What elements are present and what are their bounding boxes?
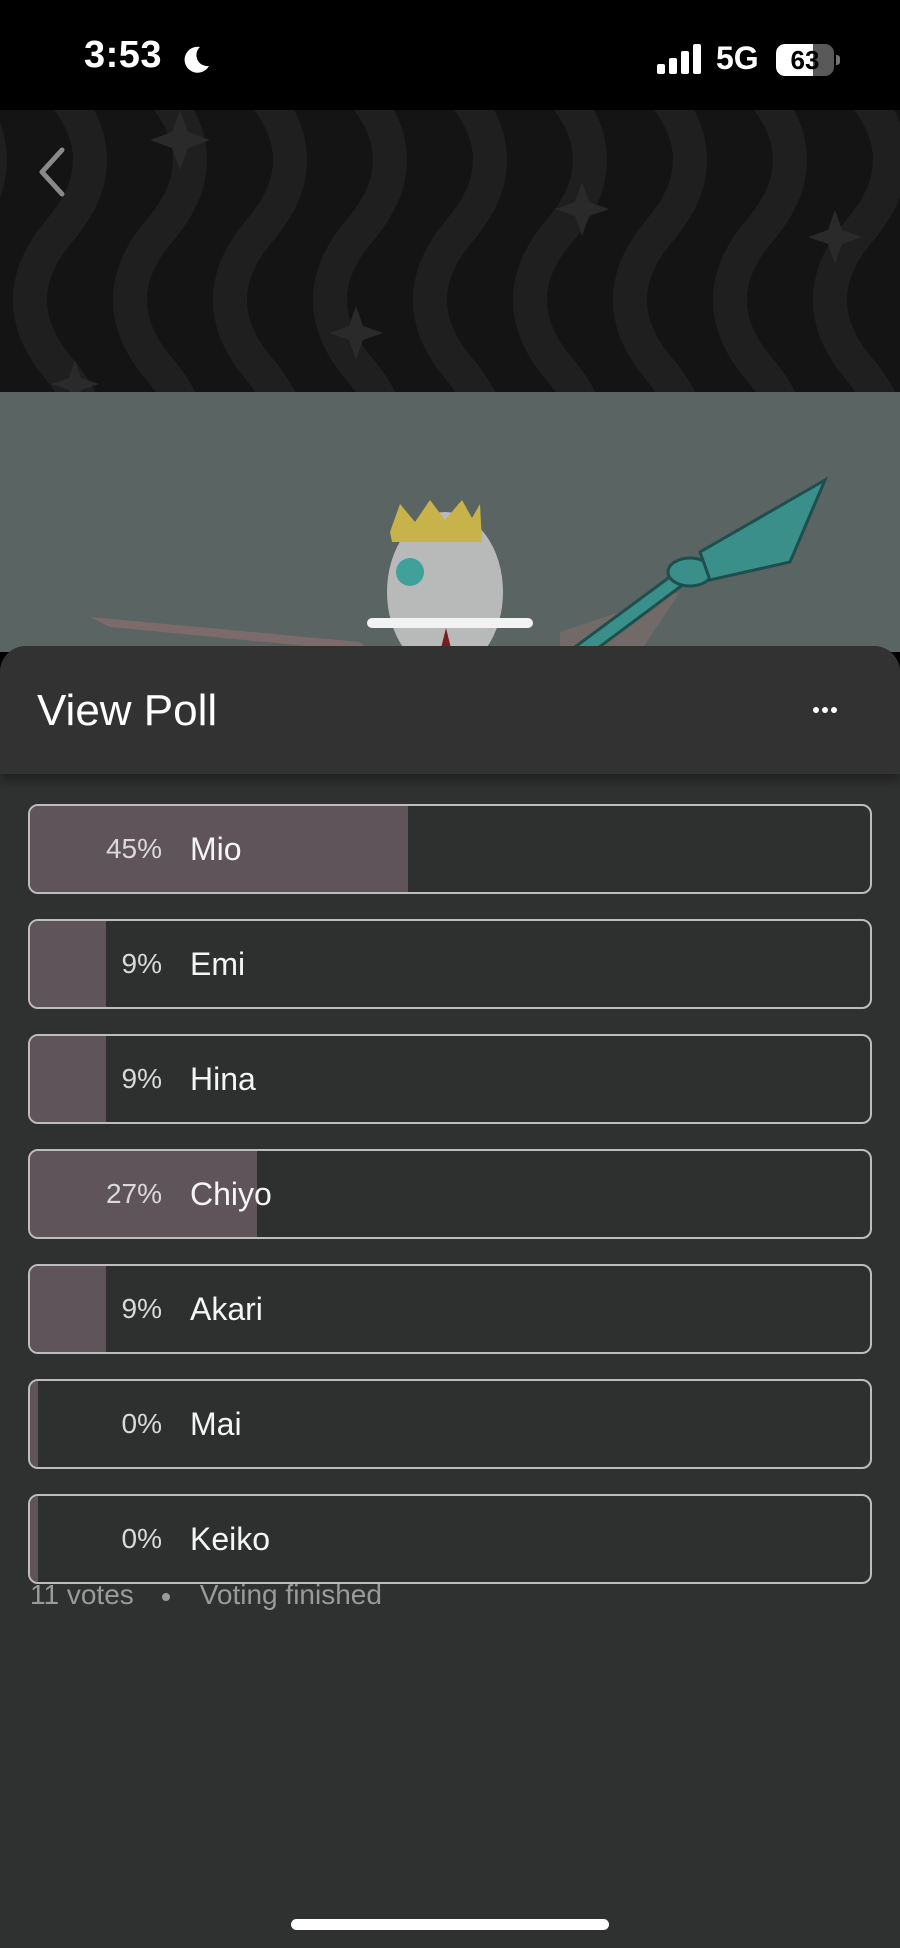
more-options-button[interactable] bbox=[800, 690, 850, 730]
poll-option-percent: 9% bbox=[121, 1063, 162, 1094]
poll-option-label: Mio bbox=[190, 831, 242, 867]
poll-screen: 3:53 5G 63 View Poll 45% Mio 9% Emi 9% H… bbox=[0, 0, 900, 1948]
status-time: 3:53 bbox=[84, 34, 163, 76]
home-indicator[interactable] bbox=[291, 1919, 609, 1930]
artwork-illustration bbox=[90, 476, 829, 652]
poll-option[interactable]: 0% Mai bbox=[28, 1379, 872, 1469]
poll-options: 45% Mio 9% Emi 9% Hina 27% Chiyo 9% Akari 0% Mai 0% K… bbox=[28, 804, 872, 1609]
poll-option-percent: 0% bbox=[121, 1408, 162, 1439]
poll-option-label: Chiyo bbox=[190, 1176, 272, 1212]
header-banner bbox=[0, 110, 900, 392]
post-artwork bbox=[0, 392, 900, 652]
cellular-signal-icon bbox=[657, 44, 701, 74]
poll-option-percent: 45% bbox=[105, 833, 162, 864]
poll-option-label: Keiko bbox=[190, 1521, 271, 1557]
poll-option-percent: 0% bbox=[121, 1523, 162, 1554]
back-button[interactable] bbox=[30, 142, 74, 202]
poll-option-percent: 9% bbox=[121, 948, 162, 979]
separator-dot bbox=[161, 1592, 170, 1601]
poll-option[interactable]: 9% Hina bbox=[28, 1034, 872, 1124]
poll-option-label: Emi bbox=[190, 946, 246, 982]
poll-option[interactable]: 45% Mio bbox=[28, 804, 872, 894]
sheet-drag-handle[interactable] bbox=[367, 618, 533, 628]
more-horizontal-icon bbox=[813, 707, 819, 713]
poll-option[interactable]: 9% Akari bbox=[28, 1264, 872, 1354]
poll-option-label: Akari bbox=[190, 1291, 263, 1327]
poll-option-label: Mai bbox=[190, 1406, 242, 1442]
poll-option-percent: 9% bbox=[121, 1293, 162, 1324]
moon-icon bbox=[184, 46, 209, 73]
battery-level: 63 bbox=[790, 45, 820, 75]
poll-option[interactable]: 0% Keiko bbox=[28, 1494, 872, 1584]
status-bar: 3:53 5G 63 bbox=[0, 0, 900, 110]
poll-status: Voting finished bbox=[199, 1579, 382, 1610]
poll-option[interactable]: 27% Chiyo bbox=[28, 1149, 872, 1239]
battery-indicator: 63 bbox=[776, 44, 840, 76]
sheet-title: View Poll bbox=[37, 686, 218, 735]
banner-pattern bbox=[0, 110, 900, 392]
network-type: 5G bbox=[716, 40, 759, 76]
sheet-header: View Poll bbox=[0, 646, 900, 774]
poll-footer: 11 votes Voting finished bbox=[30, 1579, 382, 1611]
poll-option[interactable]: 9% Emi bbox=[28, 919, 872, 1009]
poll-option-label: Hina bbox=[190, 1061, 256, 1097]
poll-option-percent: 27% bbox=[105, 1178, 162, 1209]
poll-sheet: View Poll 45% Mio 9% Emi 9% Hina 27% Chiyo 9% Aka… bbox=[0, 646, 900, 1948]
vote-count: 11 votes bbox=[30, 1579, 134, 1610]
